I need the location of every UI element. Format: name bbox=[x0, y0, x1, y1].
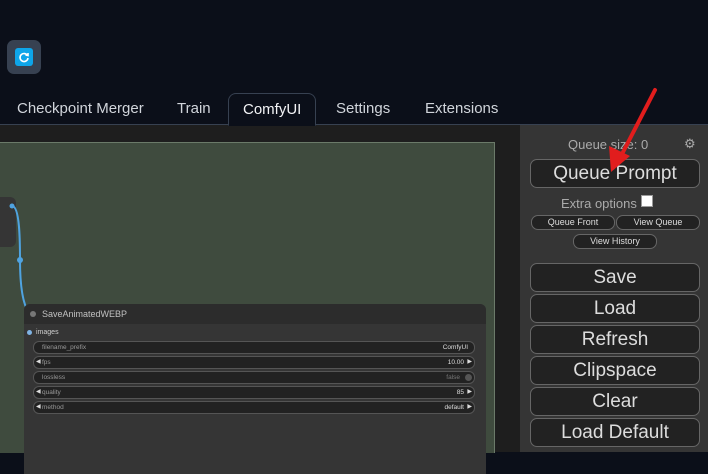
tab-bar: Checkpoint Merger Train ComfyUI Settings… bbox=[0, 93, 708, 126]
view-history-button[interactable]: View History bbox=[573, 234, 657, 249]
refresh-button[interactable]: Refresh bbox=[530, 325, 700, 354]
graph-canvas-area: SaveAnimatedWEBP images filename_prefix … bbox=[0, 125, 520, 474]
decrement-arrow-icon[interactable]: ◀ bbox=[36, 387, 41, 398]
toggle-icon[interactable] bbox=[465, 374, 472, 381]
widget-value: 85 bbox=[456, 389, 464, 396]
node-collapse-dot[interactable] bbox=[30, 311, 36, 317]
extra-options: Extra options bbox=[561, 195, 653, 211]
decrement-arrow-icon[interactable]: ◀ bbox=[36, 357, 41, 368]
widget-label: fps bbox=[42, 359, 51, 366]
extra-options-label: Extra options bbox=[561, 196, 637, 211]
widget-label: lossless bbox=[42, 374, 66, 381]
input-label: images bbox=[36, 329, 59, 336]
increment-arrow-icon[interactable]: ▶ bbox=[467, 357, 472, 368]
refresh-icon bbox=[15, 48, 33, 66]
extra-options-checkbox[interactable] bbox=[640, 195, 653, 207]
tab-comfyui[interactable]: ComfyUI bbox=[228, 93, 317, 126]
clipspace-button[interactable]: Clipspace bbox=[530, 356, 700, 385]
tab-checkpoint-merger[interactable]: Checkpoint Merger bbox=[17, 93, 144, 125]
widget-quality[interactable]: ◀ quality 85 ▶ bbox=[33, 386, 475, 399]
queue-menu-panel: Queue size: 0 ⚙ Queue Prompt Extra optio… bbox=[520, 125, 708, 452]
queue-size-label: Queue size: 0 bbox=[568, 137, 649, 152]
node-title-text: SaveAnimatedWEBP bbox=[42, 309, 128, 319]
widget-method[interactable]: ◀ method default ▶ bbox=[33, 401, 475, 414]
queue-prompt-button[interactable]: Queue Prompt bbox=[530, 159, 700, 188]
widget-label: method bbox=[42, 404, 64, 411]
refresh-models-button[interactable] bbox=[7, 40, 41, 74]
queue-front-button[interactable]: Queue Front bbox=[531, 215, 615, 230]
node-title[interactable]: SaveAnimatedWEBP bbox=[24, 304, 486, 324]
widget-label: quality bbox=[42, 389, 61, 396]
view-queue-button[interactable]: View Queue bbox=[616, 215, 700, 230]
tab-train[interactable]: Train bbox=[177, 93, 211, 125]
save-button[interactable]: Save bbox=[530, 263, 700, 292]
increment-arrow-icon[interactable]: ▶ bbox=[467, 402, 472, 413]
increment-arrow-icon[interactable]: ▶ bbox=[467, 387, 472, 398]
save-animated-webp-node[interactable]: SaveAnimatedWEBP images filename_prefix … bbox=[24, 304, 486, 474]
load-default-button[interactable]: Load Default bbox=[530, 418, 700, 447]
tab-settings[interactable]: Settings bbox=[336, 93, 390, 125]
load-button[interactable]: Load bbox=[530, 294, 700, 323]
widget-fps[interactable]: ◀ fps 10.00 ▶ bbox=[33, 356, 475, 369]
decrement-arrow-icon[interactable]: ◀ bbox=[36, 402, 41, 413]
widget-label: filename_prefix bbox=[42, 344, 87, 351]
widget-lossless[interactable]: lossless false bbox=[33, 371, 475, 384]
widget-value: false bbox=[446, 374, 460, 381]
input-slot-dot[interactable] bbox=[27, 330, 32, 335]
gear-icon[interactable]: ⚙ bbox=[684, 136, 696, 152]
widget-value: 10.00 bbox=[447, 359, 464, 366]
widget-filename-prefix[interactable]: filename_prefix ComfyUI bbox=[33, 341, 475, 354]
widget-value: default bbox=[444, 404, 464, 411]
graph-canvas[interactable]: SaveAnimatedWEBP images filename_prefix … bbox=[0, 142, 495, 474]
node-input-images[interactable]: images bbox=[24, 326, 486, 339]
widget-value: ComfyUI bbox=[442, 344, 468, 351]
clear-button[interactable]: Clear bbox=[530, 387, 700, 416]
tab-extensions[interactable]: Extensions bbox=[425, 93, 498, 125]
